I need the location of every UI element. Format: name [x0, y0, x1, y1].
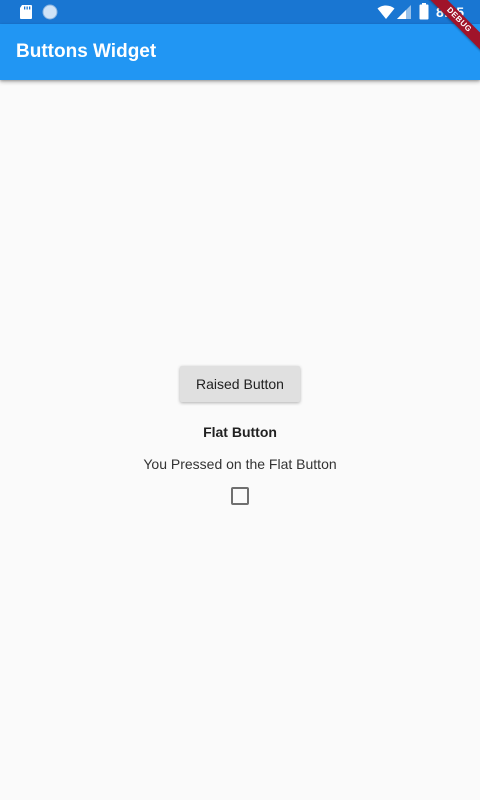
flat-button[interactable]: Flat Button — [180, 414, 300, 450]
page-title: Buttons Widget — [16, 41, 157, 62]
app-bar: Buttons Widget — [0, 24, 480, 80]
circle-icon — [42, 4, 58, 20]
screen: 8:25 Buttons Widget DEBUG Raised Button … — [0, 0, 480, 800]
raised-button[interactable]: Raised Button — [180, 366, 300, 402]
signal-icon — [397, 5, 411, 19]
pressed-message: You Pressed on the Flat Button — [143, 456, 337, 472]
battery-icon — [419, 3, 429, 20]
sd-card-icon — [20, 5, 32, 19]
checkbox[interactable] — [231, 487, 249, 505]
status-bar: 8:25 — [0, 0, 480, 24]
status-time: 8:25 — [436, 4, 465, 20]
wifi-icon — [377, 5, 395, 19]
